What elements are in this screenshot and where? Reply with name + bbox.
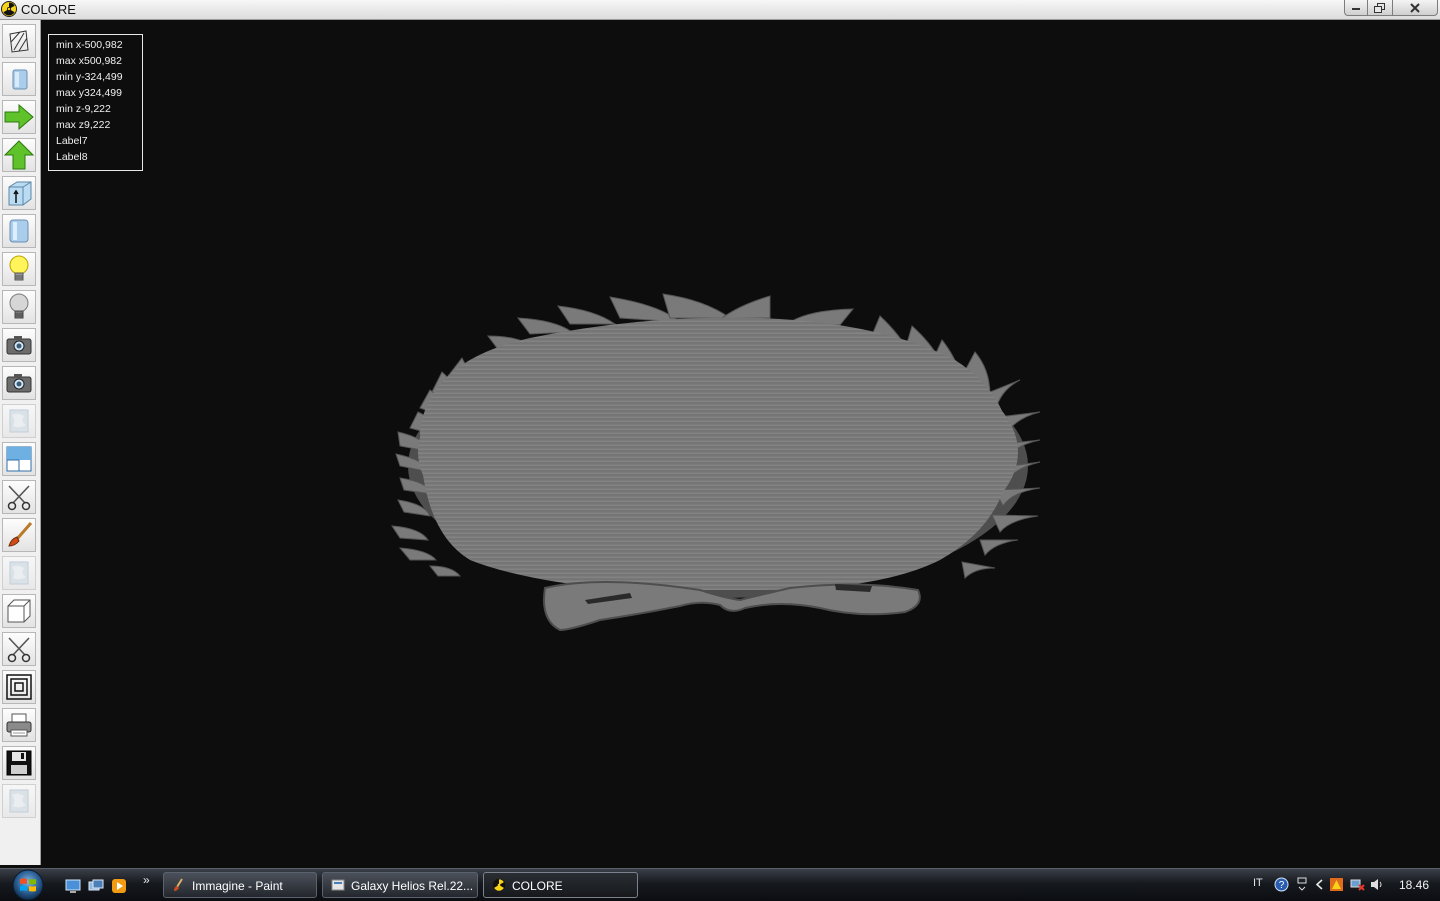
minimize-icon xyxy=(1352,7,1360,10)
solid-view-icon xyxy=(12,69,28,90)
helios-icon xyxy=(331,879,345,891)
3d-model xyxy=(391,293,1041,632)
clock[interactable]: 18.46 xyxy=(1399,878,1429,892)
printer-icon xyxy=(6,713,32,737)
title-bar: COLORE xyxy=(0,0,1440,20)
texture-alt2-icon xyxy=(9,789,29,813)
extrude-button[interactable] xyxy=(2,176,36,210)
save-button[interactable] xyxy=(2,746,36,780)
arrow-up-icon xyxy=(4,140,34,170)
window-frame-icon xyxy=(6,446,32,472)
camera-alt-button[interactable] xyxy=(2,366,36,400)
arrow-up-button[interactable] xyxy=(2,138,36,172)
max-x-label: max x500,982 xyxy=(56,55,122,67)
task-colore[interactable]: COLORE xyxy=(483,872,638,898)
help-icon[interactable]: ? xyxy=(1274,877,1289,892)
texture-alt-button[interactable] xyxy=(2,556,36,590)
brush-icon xyxy=(8,522,33,547)
language-indicator[interactable]: IT xyxy=(1253,877,1263,889)
close-button[interactable] xyxy=(1392,0,1438,16)
task-label: Immagine - Paint xyxy=(192,879,283,893)
camera-icon xyxy=(6,336,32,355)
switch-windows-icon[interactable] xyxy=(88,878,104,894)
texture-alt2-button[interactable] xyxy=(2,784,36,818)
paint-button[interactable] xyxy=(2,518,36,552)
bounds-info-panel: min x-500,982 max x500,982 min y-324,499… xyxy=(48,34,143,171)
colore-icon xyxy=(492,878,506,892)
scissors-icon xyxy=(7,485,31,511)
texture-button[interactable] xyxy=(2,404,36,438)
extrude-icon xyxy=(8,181,32,206)
radiation-icon xyxy=(1,1,17,17)
wireframe-icon xyxy=(9,30,29,53)
camera-alt-icon xyxy=(6,374,32,393)
offset-square-icon xyxy=(6,674,32,700)
window-frame-button[interactable] xyxy=(2,442,36,476)
left-toolbar xyxy=(0,20,41,865)
media-player-icon[interactable] xyxy=(111,878,127,894)
texture-alt-icon xyxy=(9,561,29,585)
print-button[interactable] xyxy=(2,708,36,742)
cylinder-view-button[interactable] xyxy=(2,214,36,248)
light-off-icon xyxy=(9,293,29,319)
solid-view-button[interactable] xyxy=(2,62,36,96)
box-icon xyxy=(7,599,31,623)
system-tray: IT ? 18.46 xyxy=(1240,869,1440,901)
quicklaunch-more-button[interactable]: » xyxy=(143,873,150,887)
label7: Label7 xyxy=(56,135,88,147)
offset-button[interactable] xyxy=(2,670,36,704)
arrow-right-button[interactable] xyxy=(2,100,36,134)
min-x-label: min x-500,982 xyxy=(56,39,123,51)
task-paint[interactable]: Immagine - Paint xyxy=(163,872,317,898)
window-title: COLORE xyxy=(21,2,76,17)
language-bar-options-icon[interactable] xyxy=(1295,877,1310,892)
light-on-button[interactable] xyxy=(2,252,36,286)
arrow-right-icon xyxy=(4,104,34,130)
network-error-icon[interactable] xyxy=(1350,877,1365,892)
cut-alt-button[interactable] xyxy=(2,632,36,666)
restore-icon xyxy=(1374,2,1385,13)
svg-text:?: ? xyxy=(1279,880,1285,891)
volume-icon[interactable] xyxy=(1369,877,1384,892)
task-label: COLORE xyxy=(512,879,563,893)
max-y-label: max y324,499 xyxy=(56,87,122,99)
scissors-alt-icon xyxy=(7,637,31,663)
texture-icon xyxy=(9,409,29,433)
task-label: Galaxy Helios Rel.22... xyxy=(351,879,474,893)
label8: Label8 xyxy=(56,151,88,163)
show-desktop-icon[interactable] xyxy=(65,878,81,894)
paint-icon xyxy=(174,878,183,891)
start-button[interactable] xyxy=(7,869,49,901)
task-galaxy-helios[interactable]: Galaxy Helios Rel.22... xyxy=(322,872,478,898)
camera-button[interactable] xyxy=(2,328,36,362)
light-on-icon xyxy=(9,255,29,281)
light-off-button[interactable] xyxy=(2,290,36,324)
min-y-label: min y-324,499 xyxy=(56,71,123,83)
chevron-left-icon[interactable] xyxy=(1312,877,1327,892)
taskbar: » Immagine - Paint Galaxy Helios Rel.22.… xyxy=(0,868,1440,901)
warning-icon[interactable] xyxy=(1329,877,1344,892)
minimize-button[interactable] xyxy=(1344,0,1368,16)
restore-button[interactable] xyxy=(1367,0,1393,16)
wireframe-button[interactable] xyxy=(2,24,36,58)
close-icon xyxy=(1410,2,1420,13)
cylinder-view-icon xyxy=(9,219,29,243)
3d-viewport[interactable] xyxy=(41,20,1440,865)
box-button[interactable] xyxy=(2,594,36,628)
min-z-label: min z-9,222 xyxy=(56,103,111,115)
cut-button[interactable] xyxy=(2,480,36,514)
save-icon xyxy=(6,750,32,776)
max-z-label: max z9,222 xyxy=(56,119,111,131)
